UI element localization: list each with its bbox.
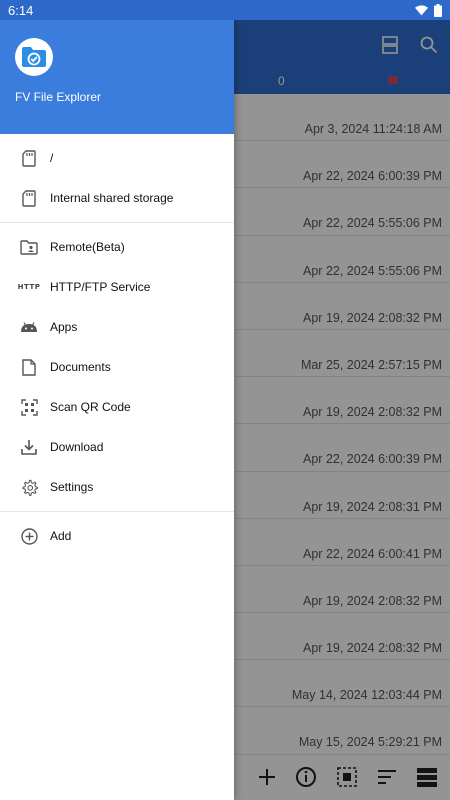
services-group: Remote(Beta) HTTP HTTP/FTP Service Apps …	[0, 223, 234, 512]
menu-item-label: Download	[50, 440, 104, 454]
extra-group: Add	[0, 512, 234, 560]
add-circle-icon	[18, 525, 40, 547]
menu-item-label: Settings	[50, 480, 94, 494]
app-name: FV File Explorer	[15, 90, 102, 104]
menu-item-label: Internal shared storage	[50, 191, 174, 205]
android-icon	[18, 316, 40, 338]
download-icon	[18, 436, 40, 458]
menu-item-internal-storage[interactable]: Internal shared storage	[0, 178, 234, 218]
navigation-drawer: FV File Explorer / Internal shared stora…	[0, 20, 234, 800]
menu-item-http-ftp[interactable]: HTTP HTTP/FTP Service	[0, 267, 234, 307]
sd-card-icon	[18, 187, 40, 209]
app-logo-icon	[15, 38, 53, 76]
http-icon: HTTP	[17, 283, 41, 291]
menu-item-label: Add	[50, 529, 72, 543]
menu-item-label: /	[50, 151, 54, 165]
battery-icon	[434, 3, 442, 17]
document-icon	[18, 356, 40, 378]
menu-item-label: Documents	[50, 360, 111, 374]
status-bar: 6:14	[0, 0, 450, 20]
status-time: 6:14	[8, 2, 34, 18]
menu-item-settings[interactable]: Settings	[0, 467, 234, 507]
wifi-icon	[415, 4, 428, 15]
sd-card-icon	[18, 147, 40, 169]
menu-item-scan-qr[interactable]: Scan QR Code	[0, 387, 234, 427]
menu-item-apps[interactable]: Apps	[0, 307, 234, 347]
menu-item-root[interactable]: /	[0, 138, 234, 178]
qr-scan-icon	[18, 396, 40, 418]
storage-group: / Internal shared storage	[0, 134, 234, 223]
gear-icon	[18, 476, 40, 498]
menu-item-label: Remote(Beta)	[50, 240, 125, 254]
menu-item-label: HTTP/FTP Service	[50, 280, 151, 294]
menu-item-label: Apps	[50, 320, 78, 334]
drawer-header: FV File Explorer	[0, 20, 234, 134]
folder-account-icon	[18, 236, 40, 258]
menu-item-documents[interactable]: Documents	[0, 347, 234, 387]
menu-item-add[interactable]: Add	[0, 516, 234, 556]
menu-item-download[interactable]: Download	[0, 427, 234, 467]
menu-item-remote[interactable]: Remote(Beta)	[0, 227, 234, 267]
menu-item-label: Scan QR Code	[50, 400, 131, 414]
